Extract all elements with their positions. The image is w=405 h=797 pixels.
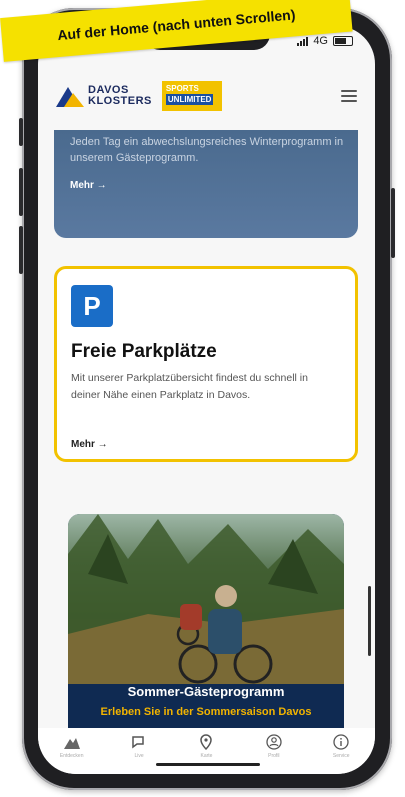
battery-icon [333,36,353,46]
partner-line1: SPORTS [165,84,199,93]
tab-entdecken[interactable]: Entdecken [47,734,97,759]
hamburger-menu-icon[interactable] [341,90,357,102]
volume-up-button [19,168,23,216]
mountain-icon [63,738,80,749]
program-card[interactable]: Jeden Tag ein abwechslungsreiches Winter… [54,130,358,238]
tab-profil[interactable]: Profil [249,734,299,759]
user-icon [266,734,282,750]
program-card-text: Jeden Tag ein abwechslungsreiches Winter… [70,136,344,164]
davos-klosters-logo[interactable]: DAVOS KLOSTERS [56,85,152,107]
summer-title: Sommer-Gästeprogramm [127,684,285,699]
sports-unlimited-logo: SPORTS UNLIMITED [161,81,222,111]
summer-program-card[interactable]: Sommer-Gästeprogramm Erleben Sie in der … [68,514,344,738]
power-button [391,188,395,258]
parking-icon: P [71,285,113,327]
tab-karte[interactable]: Karte [181,734,231,759]
mute-switch [19,118,23,146]
bottom-tab-bar: Entdecken Live Karte Profil Service [38,728,375,774]
parking-description: Mit unserer Parkplatzübersicht findest d… [71,372,308,401]
summer-subtitle: Erleben Sie in der Sommersaison Davos [100,706,312,718]
signal-icon [297,36,309,46]
logo-line2: KLOSTERS [88,95,152,107]
parking-more-link[interactable]: Mehr → [71,439,108,450]
partner-line2: UNLIMITED [165,94,214,105]
tab-live[interactable]: Live [114,734,164,759]
app-header: DAVOS KLOSTERS SPORTS UNLIMITED [38,66,375,126]
info-icon [333,734,349,750]
mountain-bikers-image [68,514,344,684]
tab-service[interactable]: Service [316,734,366,759]
volume-down-button [19,226,23,274]
home-indicator[interactable] [156,763,260,766]
mountain-logo-icon [56,87,84,107]
phone-screen: 4G DAVOS KLOSTERS SPORTS UNLIMITED Jeden… [38,26,375,774]
parking-card[interactable]: P Freie Parkplätze Mit unserer Parkplatz… [54,266,358,462]
scrollbar[interactable] [368,586,371,656]
program-more-link[interactable]: Mehr → [70,180,107,191]
chat-icon [132,736,144,749]
annotation-text: Auf der Home (nach unten Scrollen) [56,6,296,44]
map-pin-icon [200,734,213,750]
parking-title: Freie Parkplätze [71,341,217,362]
summer-photo [68,514,344,684]
network-label: 4G [313,35,328,47]
